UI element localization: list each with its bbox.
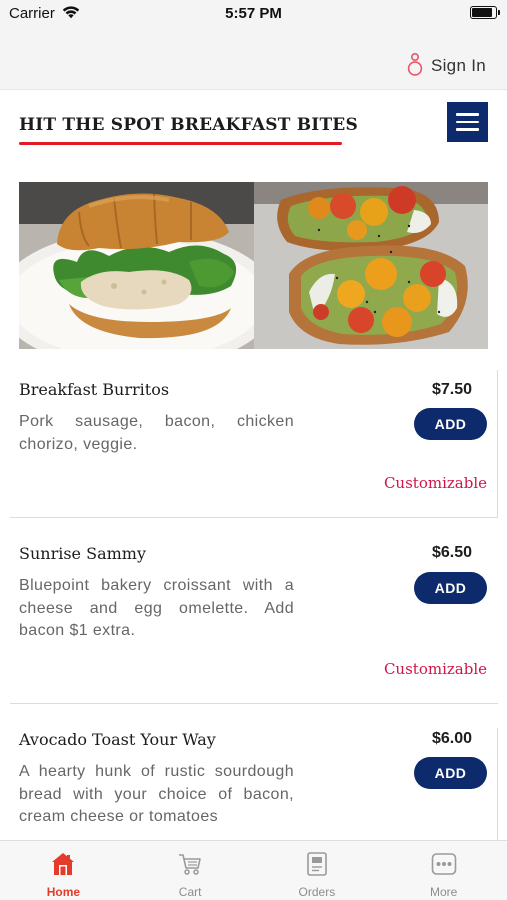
hamburger-menu-button[interactable] bbox=[447, 102, 488, 142]
tab-more[interactable]: More bbox=[380, 841, 507, 900]
battery-level bbox=[472, 8, 492, 17]
item-price: $7.50 bbox=[431, 381, 472, 398]
cart-icon bbox=[177, 851, 203, 877]
bottom-tab-bar: Home Cart Orders More bbox=[0, 840, 507, 900]
add-button[interactable]: ADD bbox=[414, 572, 487, 604]
sign-in-label: Sign In bbox=[430, 56, 486, 75]
page-title: HIT THE SPOT BREAKFAST BITES bbox=[19, 115, 358, 135]
item-description: Pork sausage, bacon, chicken chorizo, ve… bbox=[19, 413, 294, 453]
tab-label: Home bbox=[46, 885, 81, 899]
status-time: 5:57 PM bbox=[225, 5, 282, 22]
item-description: Bluepoint bakery croissant with a cheese… bbox=[19, 577, 294, 639]
item-name: Avocado Toast Your Way bbox=[19, 730, 216, 749]
add-button[interactable]: ADD bbox=[414, 757, 487, 789]
tab-orders[interactable]: Orders bbox=[254, 841, 381, 900]
item-price: $6.50 bbox=[431, 544, 472, 561]
item-divider bbox=[10, 517, 498, 518]
item-price: $6.00 bbox=[431, 730, 472, 747]
item-name: Breakfast Burritos bbox=[19, 380, 170, 399]
add-button[interactable]: ADD bbox=[414, 408, 487, 440]
tab-home[interactable]: Home bbox=[0, 841, 127, 900]
tab-label: More bbox=[429, 885, 458, 899]
sign-in-button[interactable]: Sign In bbox=[407, 52, 486, 81]
hamburger-menu-icon bbox=[456, 113, 479, 116]
status-bar: Carrier 5:57 PM bbox=[0, 0, 507, 26]
customizable-link[interactable]: Customizable bbox=[384, 660, 487, 678]
title-underline bbox=[19, 142, 342, 145]
more-icon bbox=[431, 851, 457, 877]
orders-icon bbox=[304, 851, 330, 877]
item-name: Sunrise Sammy bbox=[19, 544, 146, 563]
tab-cart[interactable]: Cart bbox=[127, 841, 254, 900]
item-divider bbox=[10, 703, 498, 704]
tab-label: Cart bbox=[178, 885, 202, 899]
tab-label: Orders bbox=[298, 885, 336, 899]
battery-icon bbox=[470, 6, 500, 19]
hero-image bbox=[19, 182, 488, 349]
item-description: A hearty hunk of rustic sourdough bread … bbox=[19, 763, 294, 825]
customizable-link[interactable]: Customizable bbox=[384, 474, 487, 492]
person-icon bbox=[407, 52, 423, 81]
top-header: Sign In bbox=[0, 26, 507, 90]
title-row: HIT THE SPOT BREAKFAST BITES bbox=[0, 90, 507, 170]
home-icon bbox=[50, 851, 76, 877]
